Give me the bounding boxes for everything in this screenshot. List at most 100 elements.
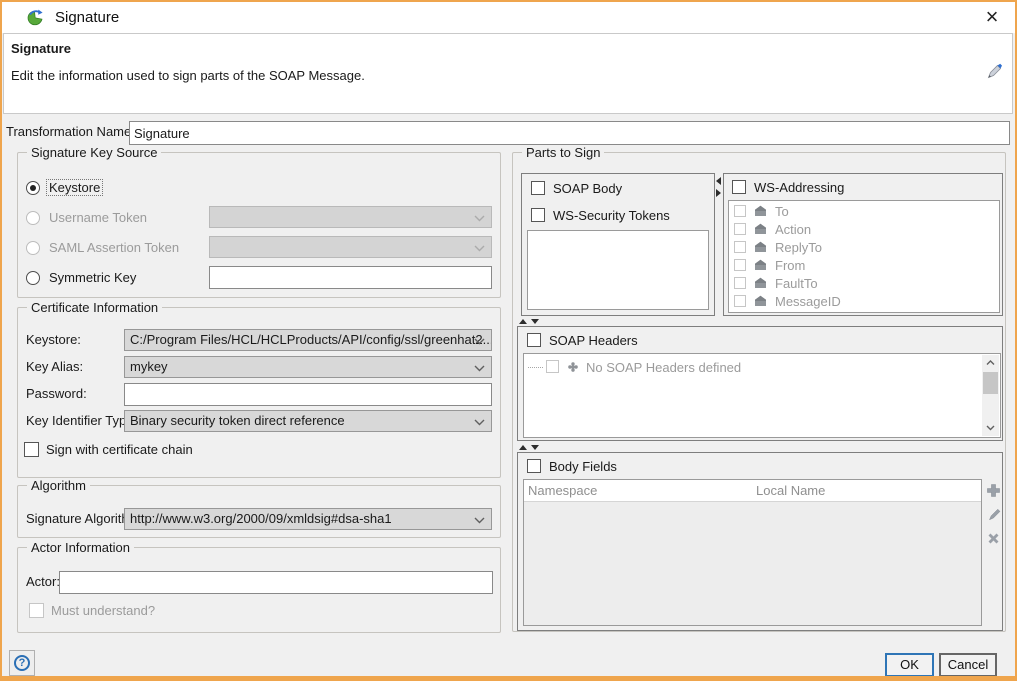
dialog-header-title: Signature (11, 41, 71, 56)
ok-button[interactable]: OK (885, 653, 934, 677)
vertical-scrollbar[interactable] (982, 355, 999, 436)
soap-body-label[interactable]: SOAP Body (553, 181, 622, 196)
title-bar: Signature × (2, 2, 1015, 33)
split-collapse-down-icon[interactable] (531, 445, 539, 450)
key-identifier-type-combo[interactable]: Binary security token direct reference (124, 410, 492, 432)
symmetric-key-input[interactable] (209, 266, 492, 289)
keystore-radio[interactable] (26, 181, 40, 195)
soap-body-checkbox[interactable] (531, 181, 545, 195)
edit-icon[interactable] (987, 507, 1002, 522)
parts-to-sign-title: Parts to Sign (522, 145, 604, 160)
help-button[interactable]: ? (9, 650, 35, 676)
password-input[interactable] (124, 383, 492, 406)
envelope-icon (754, 241, 767, 253)
username-token-combo (209, 206, 492, 228)
ws-addressing-list: To Action ReplyTo From (728, 200, 1000, 313)
key-identifier-type-label: Key Identifier Type: (26, 413, 137, 428)
ws-addressing-item-from[interactable]: From (729, 257, 999, 275)
table-header-row: Namespace Local Name (524, 480, 981, 502)
soap-headers-checkbox[interactable] (527, 333, 541, 347)
soap-header-item-checkbox (546, 360, 559, 373)
must-understand-label: Must understand? (51, 603, 155, 618)
chevron-down-icon (474, 338, 485, 345)
add-icon[interactable] (986, 483, 1001, 498)
symmetric-key-radio-label[interactable]: Symmetric Key (49, 270, 136, 285)
envelope-icon (754, 223, 767, 235)
split-collapse-left-icon[interactable] (716, 177, 721, 185)
keystore-combo[interactable]: C:/Program Files/HCL/HCLProducts/API/con… (124, 329, 492, 351)
ws-addressing-item-action[interactable]: Action (729, 221, 999, 239)
ws-addressing-checkbox[interactable] (732, 180, 746, 194)
saml-assertion-token-combo (209, 236, 492, 258)
key-alias-label: Key Alias: (26, 359, 83, 374)
delete-icon[interactable] (986, 531, 1001, 546)
username-token-radio[interactable] (26, 211, 40, 225)
app-icon (26, 8, 45, 27)
algorithm-group: Algorithm Signature Algorithm: http://ww… (17, 485, 501, 538)
transformation-name-input[interactable] (129, 121, 1010, 145)
envelope-icon (754, 205, 767, 217)
item-checkbox[interactable] (734, 205, 746, 217)
cancel-button[interactable]: Cancel (939, 653, 997, 677)
scroll-down-icon[interactable] (982, 420, 999, 436)
chevron-down-icon (474, 245, 485, 252)
item-checkbox[interactable] (734, 277, 746, 289)
body-fields-label[interactable]: Body Fields (549, 459, 617, 474)
sign-with-certificate-chain-checkbox[interactable] (24, 442, 39, 457)
ws-addressing-label[interactable]: WS-Addressing (754, 180, 844, 195)
actor-input[interactable] (59, 571, 493, 594)
close-icon[interactable]: × (975, 2, 1009, 33)
split-collapse-up-icon[interactable] (519, 319, 527, 324)
flower-bullet-icon (568, 362, 578, 372)
ws-addressing-item-messageid[interactable]: MessageID (729, 293, 999, 311)
ws-security-tokens-checkbox[interactable] (531, 208, 545, 222)
chevron-down-icon (474, 419, 485, 426)
item-checkbox[interactable] (734, 241, 746, 253)
transformation-name-label: Transformation Name: (6, 124, 135, 139)
edit-pencil-icon (985, 62, 1004, 81)
item-checkbox[interactable] (734, 223, 746, 235)
scroll-up-icon[interactable] (982, 355, 999, 371)
saml-assertion-token-radio[interactable] (26, 241, 40, 255)
signature-algorithm-combo[interactable]: http://www.w3.org/2000/09/xmldsig#dsa-sh… (124, 508, 492, 530)
column-header-local-name[interactable]: Local Name (756, 483, 825, 498)
ws-addressing-item-to[interactable]: To (729, 203, 999, 221)
item-checkbox[interactable] (734, 259, 746, 271)
sign-with-certificate-chain-label[interactable]: Sign with certificate chain (46, 442, 193, 457)
split-collapse-up-icon[interactable] (519, 445, 527, 450)
column-header-namespace[interactable]: Namespace (528, 483, 597, 498)
scrollbar-thumb[interactable] (983, 372, 998, 394)
envelope-icon (754, 277, 767, 289)
key-alias-combo[interactable]: mykey (124, 356, 492, 378)
tree-branch-line (528, 367, 543, 368)
window-title: Signature (55, 2, 119, 33)
chevron-down-icon (474, 517, 485, 524)
certificate-information-group: Certificate Information Keystore: C:/Pro… (17, 307, 501, 478)
username-token-radio-label: Username Token (49, 210, 147, 225)
dialog-header: Signature Edit the information used to s… (3, 33, 1013, 114)
split-collapse-right-icon[interactable] (716, 189, 721, 197)
signature-key-source-title: Signature Key Source (27, 145, 161, 160)
table-body-empty[interactable] (524, 502, 981, 625)
parts-to-sign-group: Parts to Sign SOAP Body WS-Security Toke… (512, 152, 1006, 632)
ws-addressing-item-faultto[interactable]: FaultTo (729, 275, 999, 293)
must-understand-checkbox (29, 603, 44, 618)
signature-dialog: Signature × Signature Edit the informati… (0, 0, 1017, 681)
ws-security-tokens-label[interactable]: WS-Security Tokens (553, 208, 670, 223)
help-icon: ? (14, 655, 30, 671)
password-label: Password: (26, 386, 87, 401)
soap-headers-label[interactable]: SOAP Headers (549, 333, 638, 348)
algorithm-title: Algorithm (27, 478, 90, 493)
split-collapse-down-icon[interactable] (531, 319, 539, 324)
item-checkbox[interactable] (734, 295, 746, 307)
ws-security-tokens-list[interactable] (527, 230, 709, 310)
ws-addressing-item-replyto[interactable]: ReplyTo (729, 239, 999, 257)
keystore-label: Keystore: (26, 332, 81, 347)
symmetric-key-radio[interactable] (26, 271, 40, 285)
keystore-radio-label[interactable]: Keystore (47, 180, 102, 195)
no-soap-headers-text: No SOAP Headers defined (586, 360, 741, 375)
actor-label: Actor: (26, 574, 60, 589)
body-fields-checkbox[interactable] (527, 459, 541, 473)
ws-addressing-panel: WS-Addressing To Action ReplyTo (723, 173, 1003, 316)
chevron-down-icon (474, 365, 485, 372)
